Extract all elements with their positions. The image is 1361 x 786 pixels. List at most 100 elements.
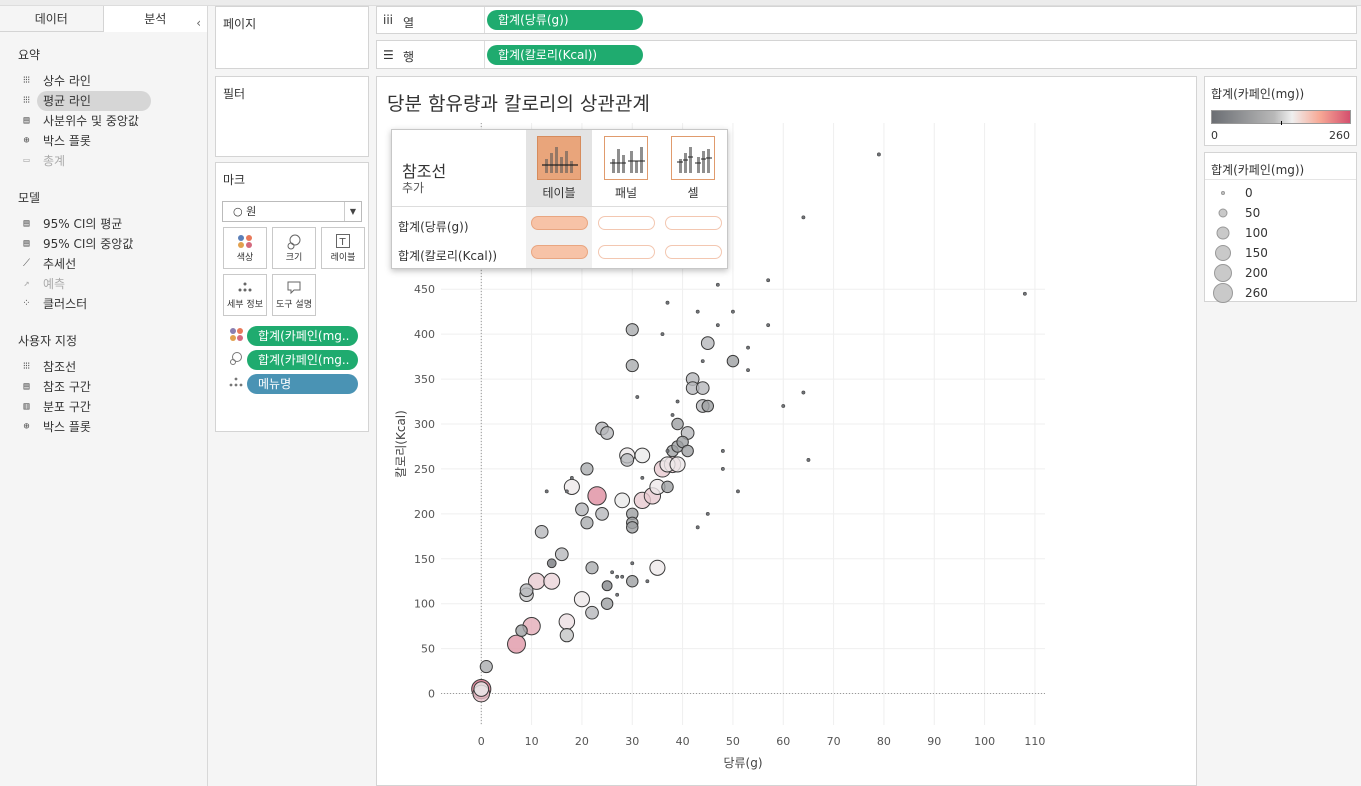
x-tick-label: 110 <box>1024 735 1045 748</box>
scope-table-target[interactable]: 테이블 <box>526 130 592 206</box>
scope-table-label: 테이블 <box>542 186 576 200</box>
scope-pane-target[interactable]: 패널 <box>593 130 659 206</box>
collapse-pane-icon[interactable]: ‹ <box>196 10 201 36</box>
columns-pill[interactable]: 합계(당류(g)) <box>487 10 643 30</box>
size-legend-circle <box>1218 208 1228 218</box>
label-button[interactable]: T 레이블 <box>321 227 365 269</box>
data-point <box>649 559 666 576</box>
data-point <box>585 605 599 620</box>
tooltip-button[interactable]: 도구 설명 <box>272 274 316 316</box>
analytics-item[interactable]: ▭ 총계 <box>0 151 207 171</box>
rows-pill[interactable]: 합계(칼로리(Kcal)) <box>487 45 643 65</box>
analytics-sections: 요약 ⁝⁝⁝ 상수 라인 ⁝⁝⁝ 평균 라인 ▤ 사분위수 및 중앙값 ⊕ 박스 플롯 ▭ 총계 모델… <box>0 46 207 437</box>
size-legend-item[interactable]: 150 <box>1205 243 1358 263</box>
data-point <box>665 449 670 453</box>
filters-card[interactable]: 필터 <box>215 76 369 157</box>
tooltip-icon <box>273 275 315 297</box>
drop-slot-sugar-table[interactable] <box>531 216 588 230</box>
shelf-divider <box>484 41 485 68</box>
data-point <box>715 282 720 287</box>
analytics-item[interactable]: ▤ 사분위수 및 중앙값 <box>0 111 207 131</box>
size-legend-item[interactable]: 0 <box>1205 183 1358 203</box>
data-point <box>625 359 639 373</box>
analytics-item[interactable]: ⊕ 박스 플롯 <box>0 131 207 151</box>
data-point <box>665 300 670 305</box>
section-title: 사용자 지정 <box>18 334 78 348</box>
x-tick-label: 0 <box>478 735 485 748</box>
data-point <box>726 354 740 368</box>
x-tick-label: 40 <box>676 735 690 748</box>
size-field-pill[interactable]: 합계(카페인(mg.. <box>247 350 358 370</box>
size-button[interactable]: 크기 <box>272 227 316 269</box>
cluster-icon: ⁘ <box>22 298 30 309</box>
data-point <box>554 547 569 562</box>
columns-shelf[interactable]: iii 열 합계(당류(g)) <box>376 6 1357 34</box>
mark-type-dropdown[interactable]: ○ 원 ▼ <box>222 201 362 222</box>
analytics-item[interactable]: ↗ 예측 <box>0 274 207 294</box>
drop-slot-calories-pane[interactable] <box>598 245 655 259</box>
detail-field-icon <box>227 375 245 393</box>
scope-pane-label: 패널 <box>614 186 638 200</box>
chevron-down-icon[interactable]: ▼ <box>344 202 361 221</box>
y-tick-label: 100 <box>414 598 435 611</box>
analytics-item[interactable]: ⊕ 박스 플롯 <box>0 417 207 437</box>
analytics-item[interactable]: ⁝⁝⁝ 평균 라인 <box>0 91 207 111</box>
analytics-item-label: 클러스터 <box>43 297 88 311</box>
rows-icon: ☰ <box>383 48 394 62</box>
x-tick-label: 100 <box>974 735 995 748</box>
data-point <box>615 592 620 597</box>
data-point <box>746 345 750 350</box>
forecast-icon: ↗ <box>23 278 29 289</box>
scope-cell-target[interactable]: 셀 <box>660 130 726 206</box>
size-legend-item[interactable]: 260 <box>1205 283 1358 303</box>
drop-slot-calories-cell[interactable] <box>665 245 722 259</box>
size-legend-item[interactable]: 200 <box>1205 263 1358 283</box>
ci-median-icon: ▤ <box>23 238 29 249</box>
data-point <box>569 476 574 480</box>
detail-field-pill[interactable]: 메뉴명 <box>247 374 358 394</box>
size-legend-circle <box>1216 226 1230 240</box>
data-point <box>670 413 675 417</box>
constant-line-icon: ⁝⁝⁝ <box>22 75 31 86</box>
detail-button[interactable]: 세부 정보 <box>223 274 267 316</box>
drop-slot-sugar-pane[interactable] <box>598 216 655 230</box>
tab-data[interactable]: 데이터 <box>0 6 104 32</box>
section-title: 모델 <box>18 191 41 205</box>
data-point <box>766 278 771 283</box>
tab-analytics[interactable]: 분석 ‹ <box>103 6 207 32</box>
drop-slot-calories-table[interactable] <box>531 245 588 259</box>
rows-shelf[interactable]: ☰ 행 합계(칼로리(Kcal)) <box>376 40 1357 69</box>
label-button-label: 레이블 <box>330 253 356 263</box>
x-tick-label: 30 <box>625 735 639 748</box>
data-point <box>681 444 694 458</box>
size-legend-circle <box>1214 264 1232 282</box>
data-point <box>595 506 609 521</box>
analytics-item[interactable]: ⟋ 추세선 <box>0 254 207 274</box>
shelf-divider <box>484 7 485 33</box>
drop-slot-sugar-cell[interactable] <box>665 216 722 230</box>
analytics-item-label: 참조 구간 <box>43 380 91 394</box>
x-axis-title: 당류(g) <box>723 756 762 770</box>
size-legend-item[interactable]: 50 <box>1205 203 1358 223</box>
analytics-item[interactable]: ⁝⁝⁝ 상수 라인 <box>0 71 207 91</box>
mark-type-value: ○ 원 <box>233 205 257 218</box>
data-point <box>534 524 549 539</box>
reference-band-icon: ▤ <box>23 381 29 392</box>
size-legend[interactable]: 합계(카페인(mg)) 0 50 100 150 200 260 <box>1204 152 1358 303</box>
analytics-item[interactable]: ▥ 분포 구간 <box>0 397 207 417</box>
analytics-item-label: 예측 <box>43 277 66 291</box>
color-legend[interactable]: 합계(카페인(mg)) 0 260 <box>1204 76 1357 146</box>
analytics-item[interactable]: ▤ 참조 구간 <box>0 377 207 397</box>
analytics-item[interactable]: ▤ 95% CI의 중앙값 <box>0 234 207 254</box>
distribution-band-icon: ▥ <box>23 401 29 412</box>
pages-card[interactable]: 페이지 <box>215 6 369 69</box>
analytics-item[interactable]: ⁝⁝⁝ 참조선 <box>0 357 207 377</box>
quartile-icon: ▤ <box>23 115 29 126</box>
size-legend-item[interactable]: 100 <box>1205 223 1358 243</box>
analytics-item[interactable]: ▤ 95% CI의 평균 <box>0 214 207 234</box>
color-field-pill[interactable]: 합계(카페인(mg.. <box>247 326 358 346</box>
analytics-item[interactable]: ⁘ 클러스터 <box>0 294 207 314</box>
size-legend-value: 200 <box>1245 266 1268 280</box>
size-legend-value: 260 <box>1245 286 1268 300</box>
color-button[interactable]: 색상 <box>223 227 267 269</box>
